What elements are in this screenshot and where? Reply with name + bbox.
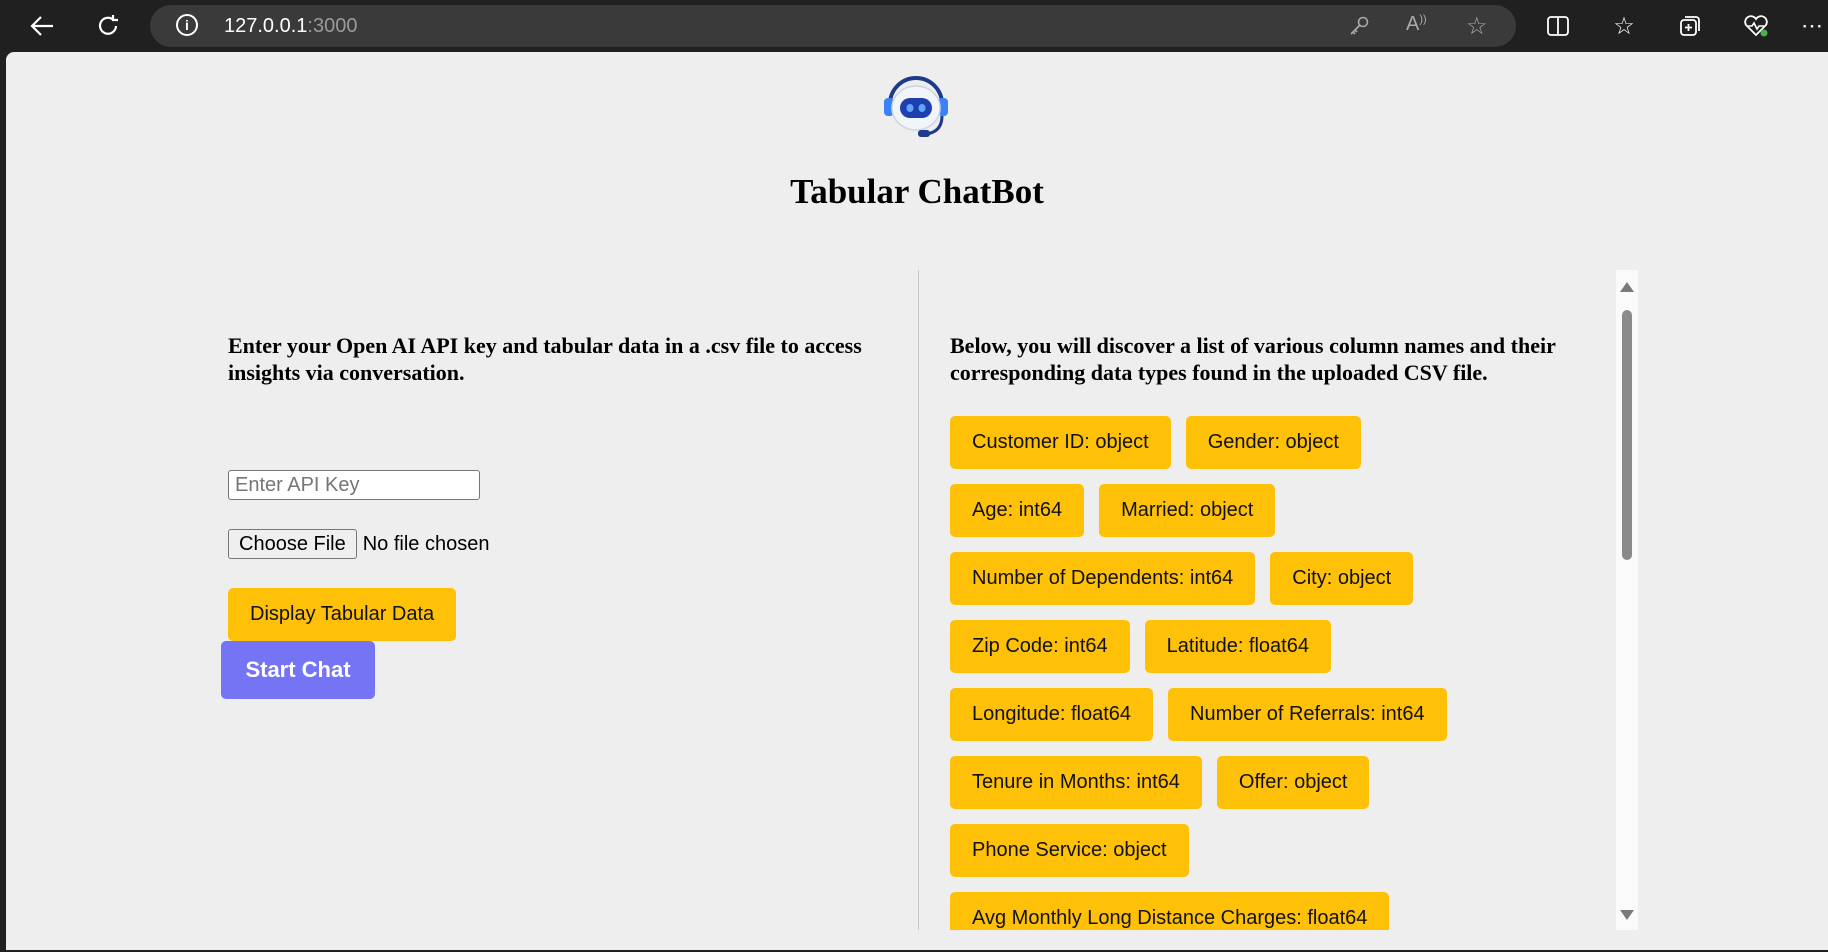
column-tag: Zip Code: int64 (950, 620, 1130, 673)
left-panel: Enter your Open AI API key and tabular d… (228, 332, 878, 641)
api-key-input[interactable] (228, 470, 480, 500)
instructions-text: Enter your Open AI API key and tabular d… (228, 333, 862, 385)
start-chat-button[interactable]: Start Chat (221, 641, 375, 699)
scrollbar-thumb[interactable] (1622, 310, 1632, 560)
split-screen-icon[interactable] (1540, 8, 1576, 44)
url-port: :3000 (307, 15, 358, 37)
url-host: 127.0.0.1 (224, 15, 308, 37)
info-icon[interactable]: i (176, 14, 198, 36)
column-tag: Number of Referrals: int64 (1168, 688, 1447, 741)
more-icon[interactable]: ⋯ (1794, 8, 1828, 44)
favorites-icon[interactable]: ☆ (1606, 8, 1642, 44)
column-tag: Gender: object (1185, 416, 1361, 469)
page-title: Tabular ChatBot (790, 172, 1044, 211)
column-tag: Tenure in Months: int64 (950, 756, 1202, 809)
column-tag: Longitude: float64 (950, 688, 1154, 741)
file-status-text: No file chosen (362, 532, 490, 555)
column-tag: Married: object (1099, 484, 1276, 537)
page: Tabular ChatBot Enter your Open AI API k… (6, 52, 1828, 950)
column-tag: Latitude: float64 (1144, 620, 1331, 673)
collections-icon[interactable] (1672, 8, 1708, 44)
column-tag: Offer: object (1216, 756, 1370, 809)
url-text[interactable]: 127.0.0.1:3000 (224, 15, 357, 38)
scroll-down-arrow-icon[interactable] (1620, 910, 1634, 920)
file-picker: Choose File No file chosen (228, 529, 489, 559)
read-aloud-icon[interactable]: A)) (1406, 13, 1427, 36)
browser-toolbar: i 127.0.0.1:3000 A)) ☆ ☆ ⋯ (0, 0, 1828, 52)
right-panel-scrollbar[interactable] (1616, 270, 1638, 930)
column-tag: Phone Service: object (950, 824, 1189, 877)
favorite-star-icon[interactable]: ☆ (1466, 12, 1488, 41)
refresh-icon[interactable] (90, 8, 126, 44)
column-tag: Customer ID: object (950, 416, 1171, 469)
key-icon[interactable] (1348, 15, 1370, 42)
column-tag-list: Customer ID: object Gender: object Age: in… (950, 416, 1510, 930)
health-icon[interactable] (1738, 8, 1774, 44)
scroll-up-arrow-icon[interactable] (1620, 282, 1634, 292)
column-tag: Avg Monthly Long Distance Charges: float… (950, 892, 1390, 930)
column-tag: Age: int64 (950, 484, 1085, 537)
panel-divider (918, 270, 919, 930)
column-tag: Number of Dependents: int64 (950, 552, 1256, 605)
choose-file-button[interactable]: Choose File (228, 529, 357, 559)
address-bar[interactable]: i 127.0.0.1:3000 A)) ☆ (150, 5, 1516, 47)
display-tabular-data-button[interactable]: Display Tabular Data (228, 588, 457, 641)
right-panel: Below, you will discover a list of vario… (950, 332, 1600, 930)
chatbot-logo-icon (876, 66, 956, 146)
columns-description: Below, you will discover a list of vario… (950, 333, 1556, 385)
back-icon[interactable] (24, 8, 60, 44)
column-tag: City: object (1270, 552, 1414, 605)
